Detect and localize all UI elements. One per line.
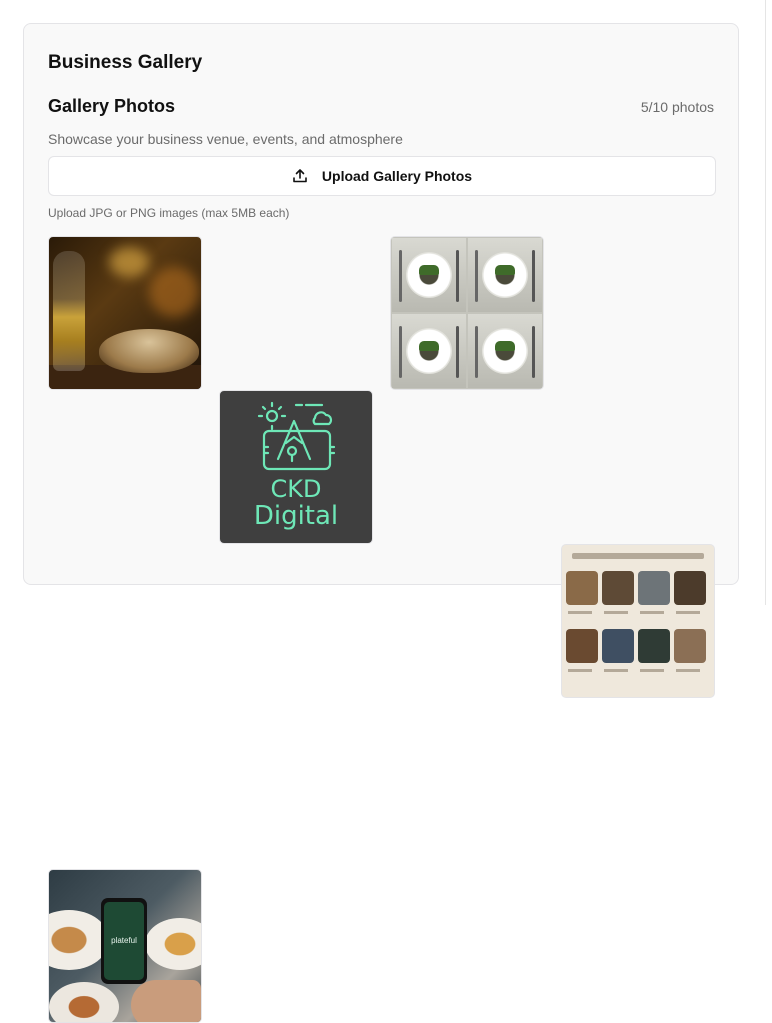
- logo-text-line1: CKD: [270, 475, 322, 503]
- card-title: Business Gallery: [48, 52, 203, 73]
- photo-count: 5/10 photos: [640, 99, 714, 115]
- upload-hint: Upload JPG or PNG images (max 5MB each): [48, 206, 290, 220]
- business-gallery-card: Business Gallery Gallery Photos 5/10 pho…: [23, 23, 739, 1023]
- gallery-photo-2[interactable]: CKD Digital: [219, 390, 373, 544]
- upload-button-label: Upload Gallery Photos: [321, 168, 473, 184]
- phone-screen-text: plateful: [104, 902, 144, 980]
- gallery-photo-3[interactable]: [390, 236, 544, 390]
- gallery-description: Showcase your business venue, events, an…: [48, 131, 403, 147]
- gallery-photo-1[interactable]: [48, 236, 202, 390]
- gallery-photo-5[interactable]: plateful: [48, 869, 202, 1023]
- upload-gallery-photos-button[interactable]: Upload Gallery Photos: [48, 156, 716, 196]
- gallery-section-title: Gallery Photos: [48, 96, 176, 116]
- logo-graphic: [257, 401, 336, 471]
- gallery-photo-4[interactable]: [561, 544, 715, 698]
- upload-icon: [292, 168, 308, 184]
- logo-text-line2: Digital: [253, 501, 339, 531]
- page-divider: [765, 0, 766, 605]
